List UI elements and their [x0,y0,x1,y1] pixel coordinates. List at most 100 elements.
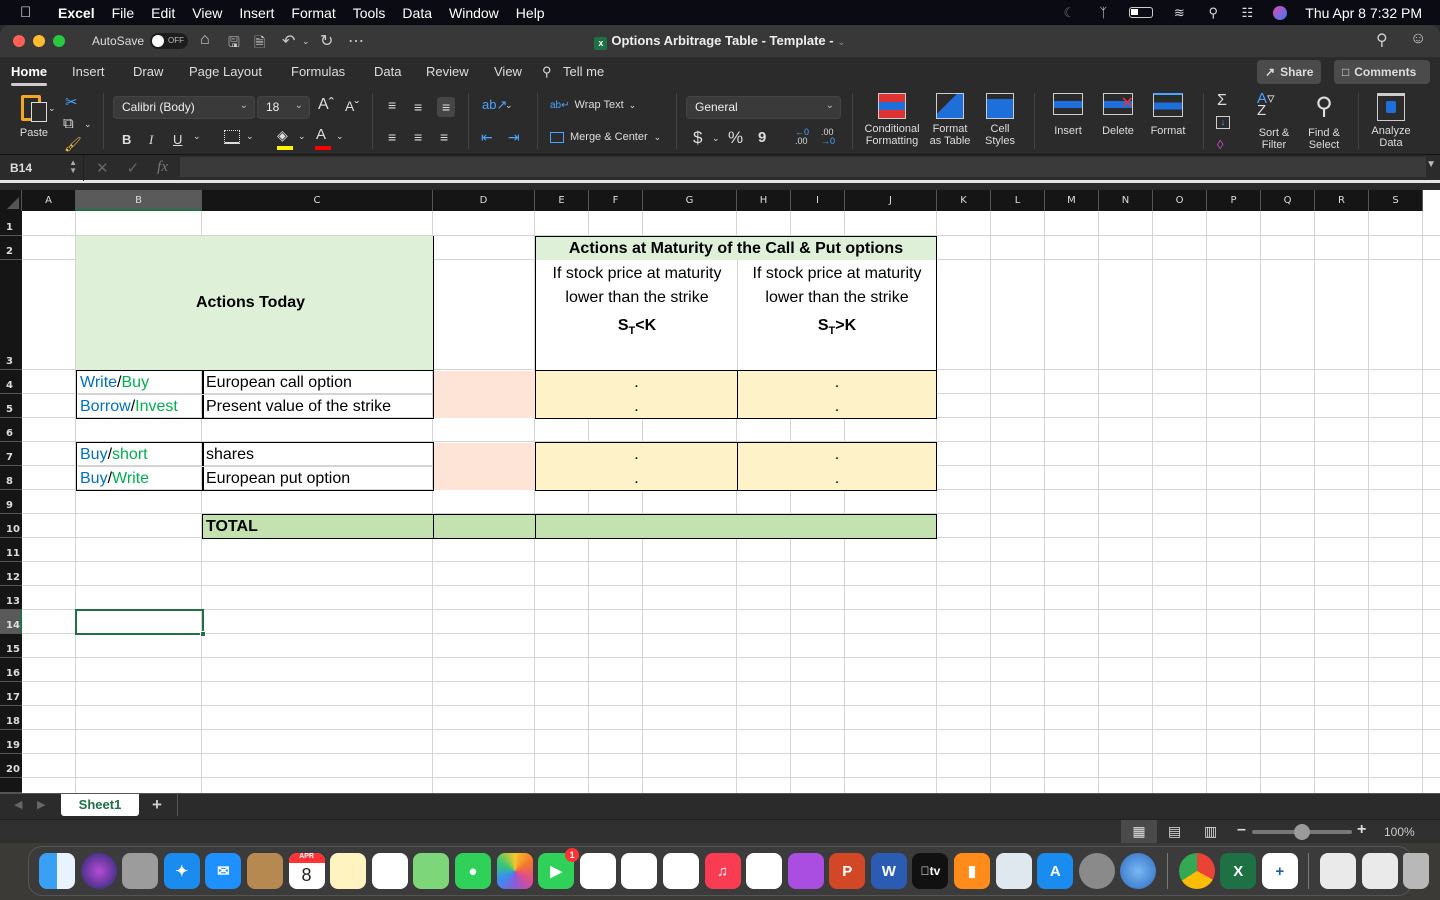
decrease-indent-icon[interactable]: ⇤ [481,129,493,146]
dock-preview-icon[interactable] [995,853,1032,889]
dock-app-store-icon[interactable]: A [1037,853,1074,889]
actions-today-header[interactable]: Actions Today [76,236,434,370]
row-header-9[interactable]: 9 [0,490,22,514]
copy-dropdown-icon[interactable]: ⌄ [84,119,92,130]
row-header-2[interactable]: 2 [0,236,22,260]
currency-format-button[interactable]: $ [693,128,702,148]
dock-pages-icon[interactable] [579,853,616,889]
analyze-data-button[interactable]: Analyze Data [1368,93,1414,149]
paste-dropdown-icon[interactable]: ⌄ [48,103,56,114]
tab-insert[interactable]: Insert [72,64,105,79]
column-header-d[interactable]: D [433,190,535,211]
tab-formulas[interactable]: Formulas [291,64,345,79]
next-sheet-icon[interactable]: ▶ [37,798,45,811]
fill-color-icon[interactable]: ◈ [277,127,293,150]
paste-button[interactable]: Paste [14,93,54,139]
row-header-17[interactable]: 17 [0,682,22,706]
dock-tv-icon[interactable]: tv [912,853,949,889]
sort-filter-button[interactable]: A▿ Z Sort & Filter [1252,91,1296,151]
document-title[interactable]: x Options Arbitrage Table - Template - ⌄ [0,33,1440,50]
name-box-stepper-icon[interactable]: ▲ ▼ [69,159,77,175]
menu-data[interactable]: Data [402,5,432,21]
maturity-header[interactable]: Actions at Maturity of the Call & Put op… [535,236,937,260]
tab-review[interactable]: Review [426,64,469,79]
column-header-o[interactable]: O [1153,190,1207,211]
conditional-formatting-button[interactable]: Conditional Formatting [860,93,924,147]
comments-button[interactable]: □ Comments [1334,60,1430,84]
zoom-out-button[interactable]: – [1237,821,1246,839]
row-header-13[interactable]: 13 [0,586,22,610]
dock-network-radar-icon[interactable] [1120,853,1157,889]
row7-h-value[interactable]: . [737,443,937,467]
font-color-icon[interactable]: A [315,126,331,150]
case-below-strike[interactable]: If stock price at maturity lower than th… [537,262,737,346]
dock-mail-icon[interactable]: ✉ [205,853,242,889]
row-header-15[interactable]: 15 [0,634,22,658]
dock-chrome-window-icon[interactable] [1320,853,1356,889]
delete-cells-button[interactable]: ✕ Delete [1096,93,1140,137]
font-name-select[interactable]: Calibri (Body) ⌄ [113,96,255,119]
dock-music-icon[interactable]: ♫ [704,853,741,889]
zoom-slider[interactable] [1252,824,1352,840]
dock-powerpoint-icon[interactable]: P [829,853,866,889]
menu-format[interactable]: Format [291,5,335,21]
page-break-view-button[interactable]: ▥ [1204,823,1217,840]
menu-file[interactable]: File [112,5,135,21]
column-header-a[interactable]: A [22,190,76,211]
decrease-decimal-icon[interactable]: .00 →0 [821,128,835,146]
row-header-21[interactable] [0,778,22,793]
dock-maps-icon[interactable] [413,853,450,889]
bold-button[interactable]: B [122,132,131,147]
dock-books-icon[interactable]: ▮ [954,853,991,889]
name-box[interactable]: B14 ▲ ▼ [0,155,84,181]
dock-contacts-icon[interactable] [246,853,283,889]
row4-h-value[interactable]: . [737,371,937,395]
column-header-c[interactable]: C [202,190,433,211]
dock-excel-window-icon[interactable] [1361,853,1398,889]
dock-tableau-icon[interactable]: + [1261,853,1298,889]
column-header-j[interactable]: J [845,190,937,211]
tab-draw[interactable]: Draw [133,64,163,79]
formula-input[interactable] [180,157,1426,177]
spotlight-search-icon[interactable]: ⚲ [1205,5,1221,20]
column-header-b[interactable]: B [76,190,202,211]
row-header-6[interactable]: 6 [0,418,22,442]
align-bottom-icon[interactable]: ≡ [437,97,456,117]
dock-finder-icon[interactable] [39,853,75,889]
share-button[interactable]: ↗ Share [1257,60,1322,84]
row5-instrument[interactable]: Present value of the strike [206,395,391,419]
add-sheet-button[interactable]: + [152,795,162,815]
format-cells-button[interactable]: Format [1146,93,1190,137]
row-header-5[interactable]: 5 [0,394,22,418]
dock-launchpad-icon[interactable] [122,853,159,889]
borders-icon[interactable] [224,130,240,144]
row-header-20[interactable]: 20 [0,754,22,778]
format-as-table-button[interactable]: Format as Table [924,93,976,147]
fill-handle[interactable] [200,631,206,637]
block1-d[interactable] [434,371,535,418]
menu-tools[interactable]: Tools [353,5,386,21]
menu-app-excel[interactable]: Excel [58,5,95,21]
dock-calendar-icon[interactable]: APR 8 [288,853,325,889]
dock-notes-icon[interactable] [330,853,367,889]
spreadsheet-grid[interactable]: A B C D E F G H I J K L M N O P Q R S 1 2 3 4 5 6 7 8 9 10 11 12 13 14 15… [0,190,1440,793]
dock-news-icon[interactable] [662,853,699,889]
total-label-cell[interactable]: TOTAL [202,514,435,539]
row-header-16[interactable]: 16 [0,658,22,682]
expand-formula-bar-icon[interactable]: ▼ [1426,159,1436,170]
dock-word-icon[interactable]: W [870,853,907,889]
increase-indent-icon[interactable]: ⇥ [508,129,520,146]
selected-cell-b14[interactable] [75,609,204,635]
autosum-icon[interactable]: Σ [1217,92,1227,110]
row8-instrument[interactable]: European put option [206,467,350,491]
row-header-3[interactable]: 3 [0,260,22,370]
feedback-smiley-icon[interactable]: ☺ [1410,30,1426,48]
cut-icon[interactable]: ✂ [65,93,78,111]
cell-styles-button[interactable]: Cell Styles [978,93,1022,147]
format-painter-icon[interactable]: 🖌 [64,136,82,153]
decrease-font-size-icon[interactable]: Aˇ [345,98,359,114]
total-d-cell[interactable] [433,514,536,539]
row7-e-value[interactable]: . [535,443,738,467]
menu-edit[interactable]: Edit [151,5,175,21]
column-header-f[interactable]: F [589,190,643,211]
